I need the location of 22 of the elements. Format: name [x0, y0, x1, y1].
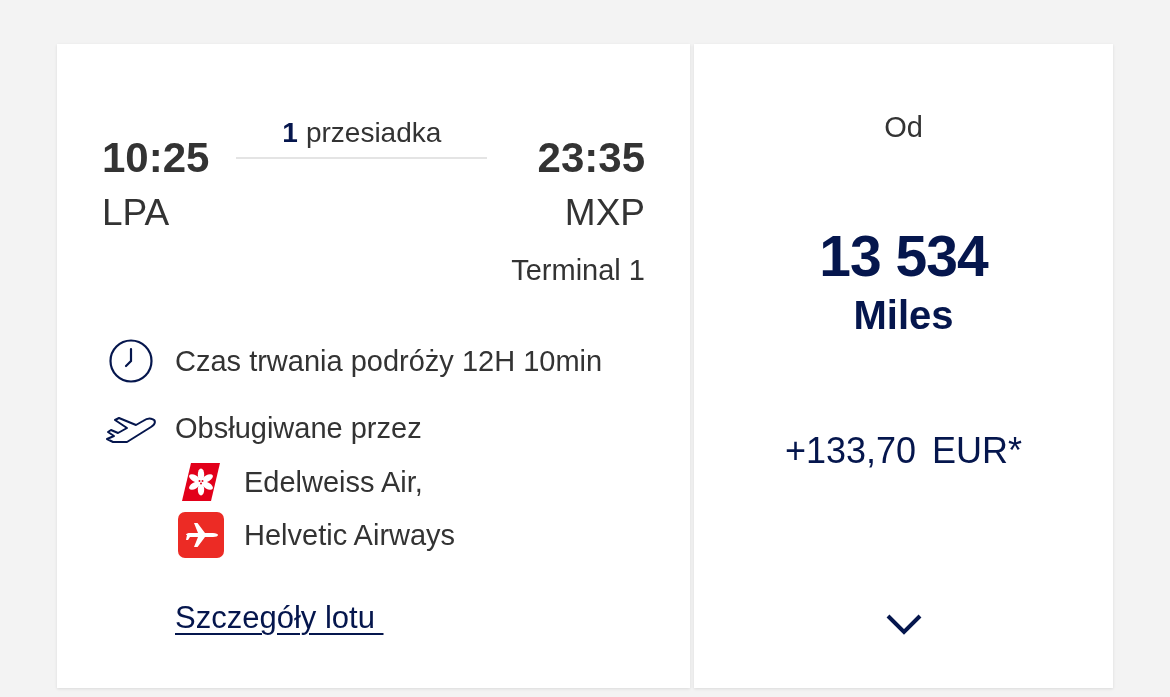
arrival-airport: MXP [564, 191, 645, 235]
chevron-down-icon [884, 613, 923, 637]
stop-count: 1 [282, 118, 298, 148]
flight-details-link[interactable]: Szczegóły lotu [175, 598, 384, 638]
travel-duration: Czas trwania podróży 12H 10min [175, 344, 603, 379]
airline-name: Edelweiss Air, [244, 465, 423, 500]
miles-unit: Miles [853, 293, 954, 337]
stop-label: przesiadka [305, 118, 442, 148]
flower-logo-icon [182, 463, 220, 501]
price-prefix: Od [884, 110, 923, 145]
operated-by-label: Obsługiwane przez [175, 411, 422, 446]
airline-name: Helvetic Airways [244, 518, 456, 553]
arrival-terminal: Terminal 1 [511, 253, 645, 288]
departure-time: 10:25 [102, 133, 210, 183]
surcharge-amount: +133,70 [784, 429, 917, 473]
surcharge-currency: EUR* [932, 429, 1023, 473]
clock-icon [109, 339, 153, 383]
arrival-time: 23:35 [537, 133, 645, 183]
plane-logo-icon [178, 512, 224, 558]
expand-button[interactable] [884, 613, 923, 637]
miles-amount: 13 534 [819, 224, 988, 288]
departure-airport: LPA [102, 191, 170, 235]
